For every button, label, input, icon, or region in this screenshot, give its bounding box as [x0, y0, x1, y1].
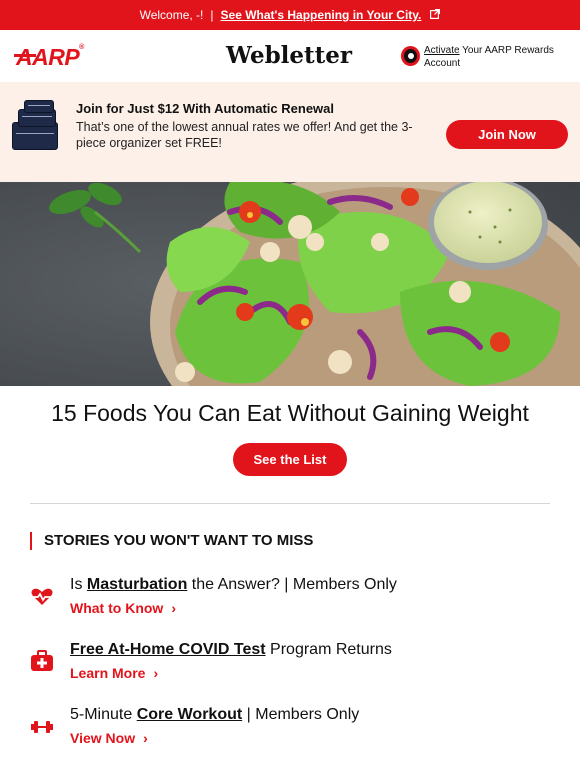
promo-description: That’s one of the lowest annual rates we…	[76, 120, 413, 150]
organizer-bag-small	[24, 100, 54, 113]
header: AARP® Webletter Activate Your AARP Rewar…	[0, 30, 580, 82]
welcome-bar: Welcome, -! | See What's Happening in Yo…	[0, 0, 580, 30]
story-link[interactable]: Free At-Home COVID Test	[70, 641, 266, 658]
membership-promo: Join for Just $12 With Automatic Renewal…	[0, 82, 580, 182]
divider	[30, 503, 550, 504]
activate-link[interactable]: Activate	[424, 45, 460, 56]
see-the-list-button[interactable]: See the List	[233, 443, 347, 476]
hero-image-salad[interactable]	[0, 182, 580, 386]
dumbbell-icon	[30, 715, 54, 739]
story-item[interactable]: Free At-Home COVID Test Program Returns …	[0, 641, 580, 689]
section-title: STORIES YOU WON'T WANT TO MISS	[30, 532, 313, 550]
aarp-logo[interactable]: AARP®	[14, 44, 84, 71]
organizer-set-image	[12, 100, 64, 156]
story-headline[interactable]: Is Masturbation the Answer? | Members On…	[70, 576, 397, 594]
medical-kit-icon	[30, 649, 54, 673]
rewards-activation[interactable]: Activate Your AARP Rewards Account	[401, 44, 580, 70]
rewards-badge-icon	[401, 46, 420, 66]
article-headline[interactable]: 15 Foods You Can Eat Without Gaining Wei…	[0, 400, 580, 427]
learn-more-link[interactable]: Learn More ›	[70, 665, 158, 681]
story-headline[interactable]: 5-Minute Core Workout | Members Only	[70, 706, 359, 724]
chevron-right-icon: ›	[171, 600, 176, 616]
heart-pulse-icon	[30, 585, 54, 609]
welcome-text: Welcome, -!	[139, 8, 204, 22]
story-headline[interactable]: Free At-Home COVID Test Program Returns	[70, 641, 392, 659]
rewards-text: Activate Your AARP Rewards Account	[424, 44, 580, 70]
external-link-icon[interactable]	[430, 8, 441, 22]
separator: |	[210, 8, 214, 22]
what-to-know-link[interactable]: What to Know ›	[70, 600, 176, 616]
story-item[interactable]: 5-Minute Core Workout | Members Only Vie…	[0, 706, 580, 754]
logo-text: AARP	[16, 44, 80, 70]
story-item[interactable]: Is Masturbation the Answer? | Members On…	[0, 576, 580, 624]
chevron-right-icon: ›	[153, 665, 159, 681]
join-now-button[interactable]: Join Now	[446, 120, 568, 149]
story-link[interactable]: Core Workout	[137, 706, 242, 723]
promo-title: Join for Just $12 With Automatic Renewal	[76, 101, 335, 116]
story-link[interactable]: Masturbation	[87, 576, 187, 593]
chevron-right-icon: ›	[143, 730, 148, 746]
logo-swoosh	[14, 54, 36, 57]
view-now-link[interactable]: View Now ›	[70, 730, 148, 746]
page-title: Webletter	[226, 42, 353, 69]
city-link[interactable]: See What's Happening in Your City.	[221, 8, 422, 22]
